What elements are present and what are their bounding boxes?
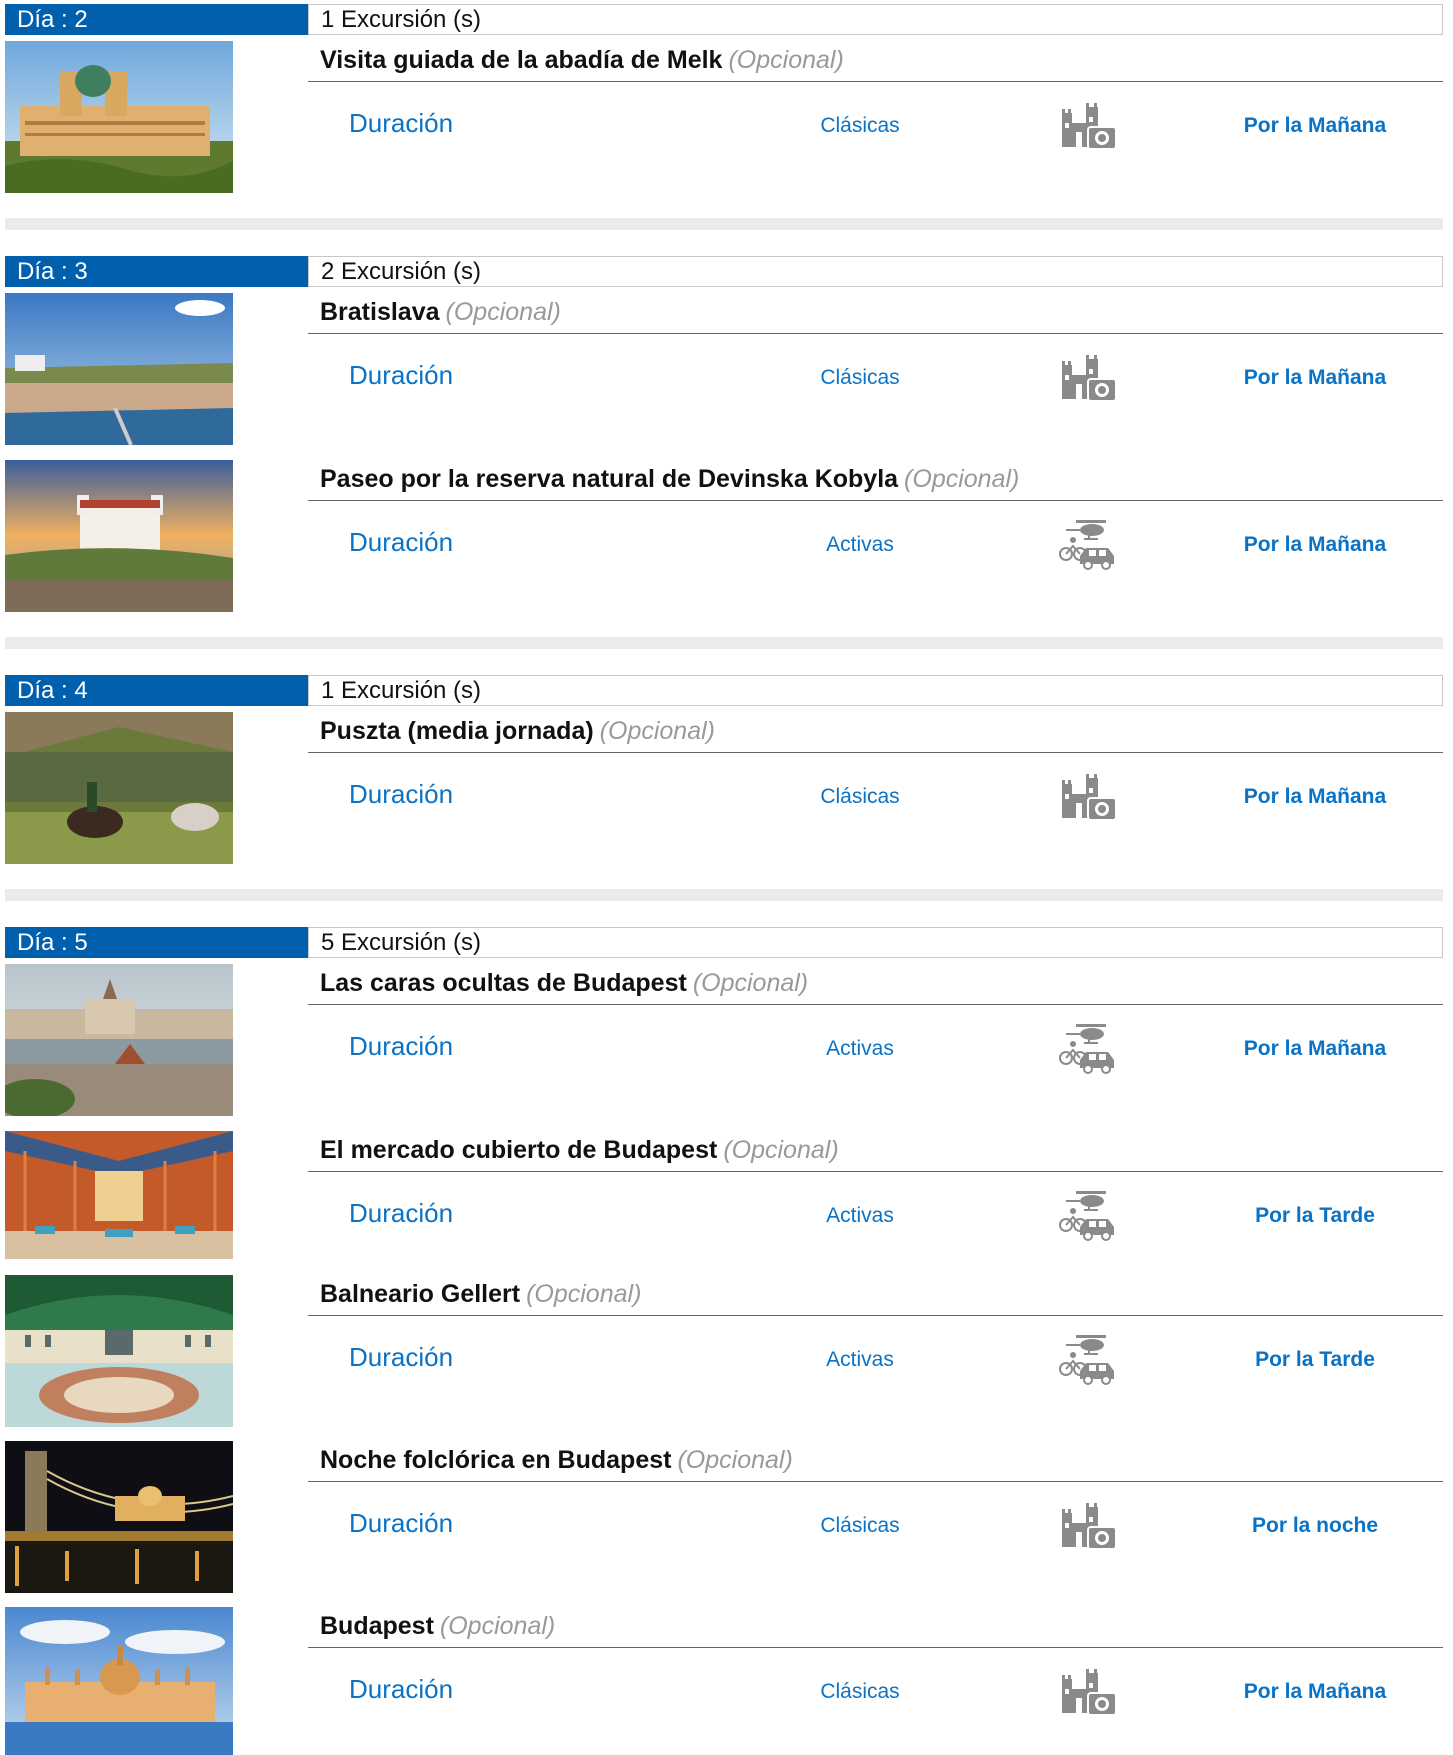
day-header: Día : 2 1 Excursión (s) bbox=[5, 4, 1443, 36]
duration-label: Duración bbox=[349, 1674, 454, 1704]
time-of-day: Por la Mañana bbox=[1243, 1037, 1387, 1060]
day-header: Día : 5 5 Excursión (s) bbox=[5, 927, 1443, 959]
excursion-photo[interactable] bbox=[5, 41, 233, 193]
time-of-day: Por la noche bbox=[1251, 1514, 1379, 1537]
time-of-day: Por la Tarde bbox=[1255, 1348, 1375, 1371]
day-header: Día : 3 2 Excursión (s) bbox=[5, 256, 1443, 288]
excursion-count: 1 Excursión (s) bbox=[308, 4, 1443, 35]
optional-label: (Opcional) bbox=[723, 1136, 839, 1164]
castle-camera-icon bbox=[1058, 1499, 1118, 1555]
excursion-title[interactable]: Visita guiada de la abadía de Melk (Opcio… bbox=[320, 46, 844, 75]
excursion-photo[interactable] bbox=[5, 1607, 233, 1755]
day-label: Día : 4 bbox=[5, 675, 308, 706]
excursion-count: 2 Excursión (s) bbox=[308, 256, 1443, 287]
helicopter-bike-car-icon bbox=[1058, 518, 1118, 574]
excursion-title[interactable]: Paseo por la reserva natural de Devinska… bbox=[320, 465, 1019, 494]
helicopter-bike-car-icon bbox=[1058, 1022, 1118, 1078]
duration-label: Duración bbox=[349, 360, 454, 390]
excursion-title[interactable]: Puszta (media jornada) (Opcional) bbox=[320, 717, 715, 746]
day-label: Día : 2 bbox=[5, 4, 308, 35]
section-separator bbox=[5, 889, 1443, 901]
optional-label: (Opcional) bbox=[728, 46, 844, 74]
day-header: Día : 4 1 Excursión (s) bbox=[5, 675, 1443, 707]
divider bbox=[308, 1171, 1443, 1172]
duration-label: Duración bbox=[349, 108, 454, 138]
category-label: Clásicas bbox=[820, 114, 900, 137]
divider bbox=[308, 333, 1443, 334]
category-label: Activas bbox=[826, 1204, 894, 1227]
category-label: Activas bbox=[826, 1037, 894, 1060]
excursion-count: 5 Excursión (s) bbox=[308, 927, 1443, 958]
divider bbox=[308, 752, 1443, 753]
divider bbox=[308, 1004, 1443, 1005]
category-label: Activas bbox=[826, 533, 894, 556]
excursion-title[interactable]: Noche folclórica en Budapest (Opcional) bbox=[320, 1446, 793, 1475]
duration-label: Duración bbox=[349, 527, 454, 557]
duration-label: Duración bbox=[349, 1198, 454, 1228]
section-separator bbox=[5, 637, 1443, 649]
excursion-title[interactable]: Balneario Gellert (Opcional) bbox=[320, 1280, 641, 1309]
category-label: Clásicas bbox=[820, 1680, 900, 1703]
optional-label: (Opcional) bbox=[904, 465, 1020, 493]
castle-camera-icon bbox=[1058, 351, 1118, 407]
time-of-day: Por la Mañana bbox=[1243, 1680, 1387, 1703]
divider bbox=[308, 1315, 1443, 1316]
optional-label: (Opcional) bbox=[677, 1446, 793, 1474]
optional-label: (Opcional) bbox=[599, 717, 715, 745]
optional-label: (Opcional) bbox=[526, 1280, 642, 1308]
duration-label: Duración bbox=[349, 779, 454, 809]
day-label: Día : 5 bbox=[5, 927, 308, 958]
optional-label: (Opcional) bbox=[692, 969, 809, 997]
excursion-title[interactable]: Budapest (Opcional) bbox=[320, 1612, 555, 1641]
time-of-day: Por la Mañana bbox=[1243, 366, 1387, 389]
excursion-photo[interactable] bbox=[5, 964, 233, 1116]
excursion-photo[interactable] bbox=[5, 1131, 233, 1259]
excursion-photo[interactable] bbox=[5, 712, 233, 864]
excursion-photo[interactable] bbox=[5, 293, 233, 445]
time-of-day: Por la Mañana bbox=[1243, 785, 1387, 808]
section-separator bbox=[5, 218, 1443, 230]
time-of-day: Por la Mañana bbox=[1243, 533, 1387, 556]
helicopter-bike-car-icon bbox=[1058, 1333, 1118, 1389]
divider bbox=[308, 1647, 1443, 1648]
excursion-photo[interactable] bbox=[5, 460, 233, 612]
category-label: Clásicas bbox=[820, 366, 900, 389]
category-label: Activas bbox=[826, 1348, 894, 1371]
divider bbox=[308, 500, 1443, 501]
optional-label: (Opcional) bbox=[445, 298, 561, 326]
duration-label: Duración bbox=[349, 1508, 454, 1538]
excursion-title[interactable]: Las caras ocultas de Budapest (Opcional) bbox=[320, 969, 808, 998]
helicopter-bike-car-icon bbox=[1058, 1189, 1118, 1245]
castle-camera-icon bbox=[1058, 1665, 1118, 1721]
excursion-photo[interactable] bbox=[5, 1441, 233, 1593]
duration-label: Duración bbox=[349, 1342, 454, 1372]
category-label: Clásicas bbox=[820, 1514, 900, 1537]
divider bbox=[308, 81, 1443, 82]
time-of-day: Por la Mañana bbox=[1243, 114, 1387, 137]
castle-camera-icon bbox=[1058, 99, 1118, 155]
excursion-photo[interactable] bbox=[5, 1275, 233, 1427]
optional-label: (Opcional) bbox=[439, 1612, 556, 1640]
excursion-count: 1 Excursión (s) bbox=[308, 675, 1443, 706]
divider bbox=[308, 1481, 1443, 1482]
duration-label: Duración bbox=[349, 1031, 454, 1061]
castle-camera-icon bbox=[1058, 770, 1118, 826]
excursion-title[interactable]: El mercado cubierto de Budapest (Opcional… bbox=[320, 1136, 839, 1165]
category-label: Clásicas bbox=[820, 785, 900, 808]
day-label: Día : 3 bbox=[5, 256, 308, 287]
excursion-title[interactable]: Bratislava (Opcional) bbox=[320, 298, 561, 327]
time-of-day: Por la Tarde bbox=[1255, 1204, 1375, 1227]
